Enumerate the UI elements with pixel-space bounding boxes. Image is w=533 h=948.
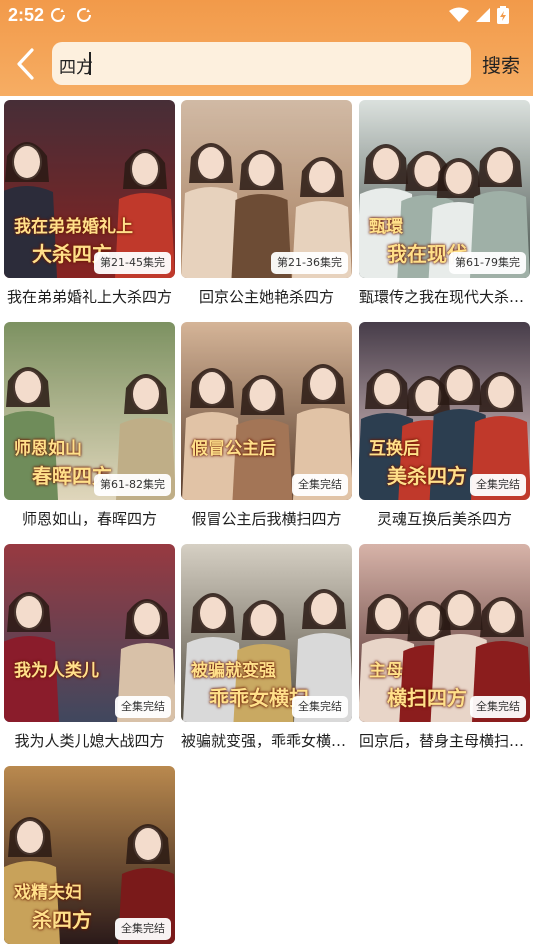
episode-badge: 全集完结	[115, 918, 171, 940]
episode-badge: 全集完结	[292, 696, 348, 718]
poster-image[interactable]: 被骗就变强 乖乖女横扫 全集完结	[181, 544, 352, 722]
poster-image[interactable]: 假冒公主后 全集完结	[181, 322, 352, 500]
poster-image[interactable]: 我在弟弟婚礼上 大杀四方 第21-45集完	[4, 100, 175, 278]
result-title[interactable]: 我为人类儿媳大战四方	[4, 730, 175, 751]
result-title[interactable]: 甄環传之我在现代大杀四方	[359, 286, 530, 307]
sync-icon	[76, 7, 92, 28]
status-right-icons	[449, 6, 509, 29]
chevron-left-icon	[12, 48, 42, 86]
poster-image[interactable]: 甄環 我在现代 第61-79集完	[359, 100, 530, 278]
text-caret	[89, 52, 91, 75]
poster-image[interactable]: 戏精夫妇杀四方 全集完结	[4, 766, 175, 944]
episode-badge: 第21-45集完	[94, 252, 171, 274]
poster-title-text: 我在弟弟婚礼上	[14, 217, 133, 237]
episode-badge: 全集完结	[115, 696, 171, 718]
search-query: 四方	[59, 58, 93, 77]
poster-title-text: 被骗就变强	[191, 661, 276, 681]
episode-badge: 第61-79集完	[449, 252, 526, 274]
episode-badge: 第61-82集完	[94, 474, 171, 496]
status-bar: 2:52	[0, 0, 533, 30]
status-time: 2:52	[8, 5, 45, 25]
episode-badge: 全集完结	[292, 474, 348, 496]
poster-title-text: 戏精夫妇	[14, 883, 82, 903]
signal-icon	[475, 7, 491, 28]
poster-title-text: 互换后	[369, 439, 420, 459]
top-bar: 2:52 四方 搜索	[0, 0, 533, 96]
poster-image[interactable]: 互换后美杀四方 全集完结	[359, 322, 530, 500]
poster-title-text: 甄環	[369, 217, 403, 237]
result-title[interactable]: 回京公主她艳杀四方	[181, 286, 352, 307]
search-button[interactable]: 搜索	[482, 51, 520, 78]
result-title[interactable]: 回京后，替身主母横扫四方	[359, 730, 530, 751]
result-title[interactable]: 假冒公主后我横扫四方	[181, 508, 352, 529]
poster-title-text: 杀四方	[32, 908, 92, 932]
poster-image[interactable]: 师恩如山 春晖四方 第61-82集完	[4, 322, 175, 500]
sync-icon	[50, 7, 66, 28]
result-title[interactable]: 师恩如山，春晖四方	[4, 508, 175, 529]
episode-badge: 第21-36集完	[271, 252, 348, 274]
poster-title-text: 我为人类儿	[14, 661, 99, 681]
status-left-icons	[50, 7, 92, 28]
result-title[interactable]: 被骗就变强，乖乖女横扫四方	[181, 730, 352, 751]
poster-title-text: 主母	[369, 661, 403, 681]
result-title[interactable]: 灵魂互换后美杀四方	[359, 508, 530, 529]
poster-image[interactable]: 第21-36集完	[181, 100, 352, 278]
poster-title-text: 横扫四方	[387, 686, 467, 710]
poster-image[interactable]: 主母横扫四方 全集完结	[359, 544, 530, 722]
episode-badge: 全集完结	[470, 696, 526, 718]
wifi-icon	[449, 7, 469, 28]
episode-badge: 全集完结	[470, 474, 526, 496]
battery-icon	[497, 6, 509, 29]
poster-title-text: 师恩如山	[14, 439, 82, 459]
back-button[interactable]	[12, 46, 42, 82]
poster-image[interactable]: 我为人类儿 全集完结	[4, 544, 175, 722]
poster-title-text: 美杀四方	[387, 464, 467, 488]
search-input[interactable]: 四方	[52, 42, 471, 85]
poster-title-text: 假冒公主后	[191, 439, 276, 459]
result-title[interactable]: 我在弟弟婚礼上大杀四方	[4, 286, 175, 307]
